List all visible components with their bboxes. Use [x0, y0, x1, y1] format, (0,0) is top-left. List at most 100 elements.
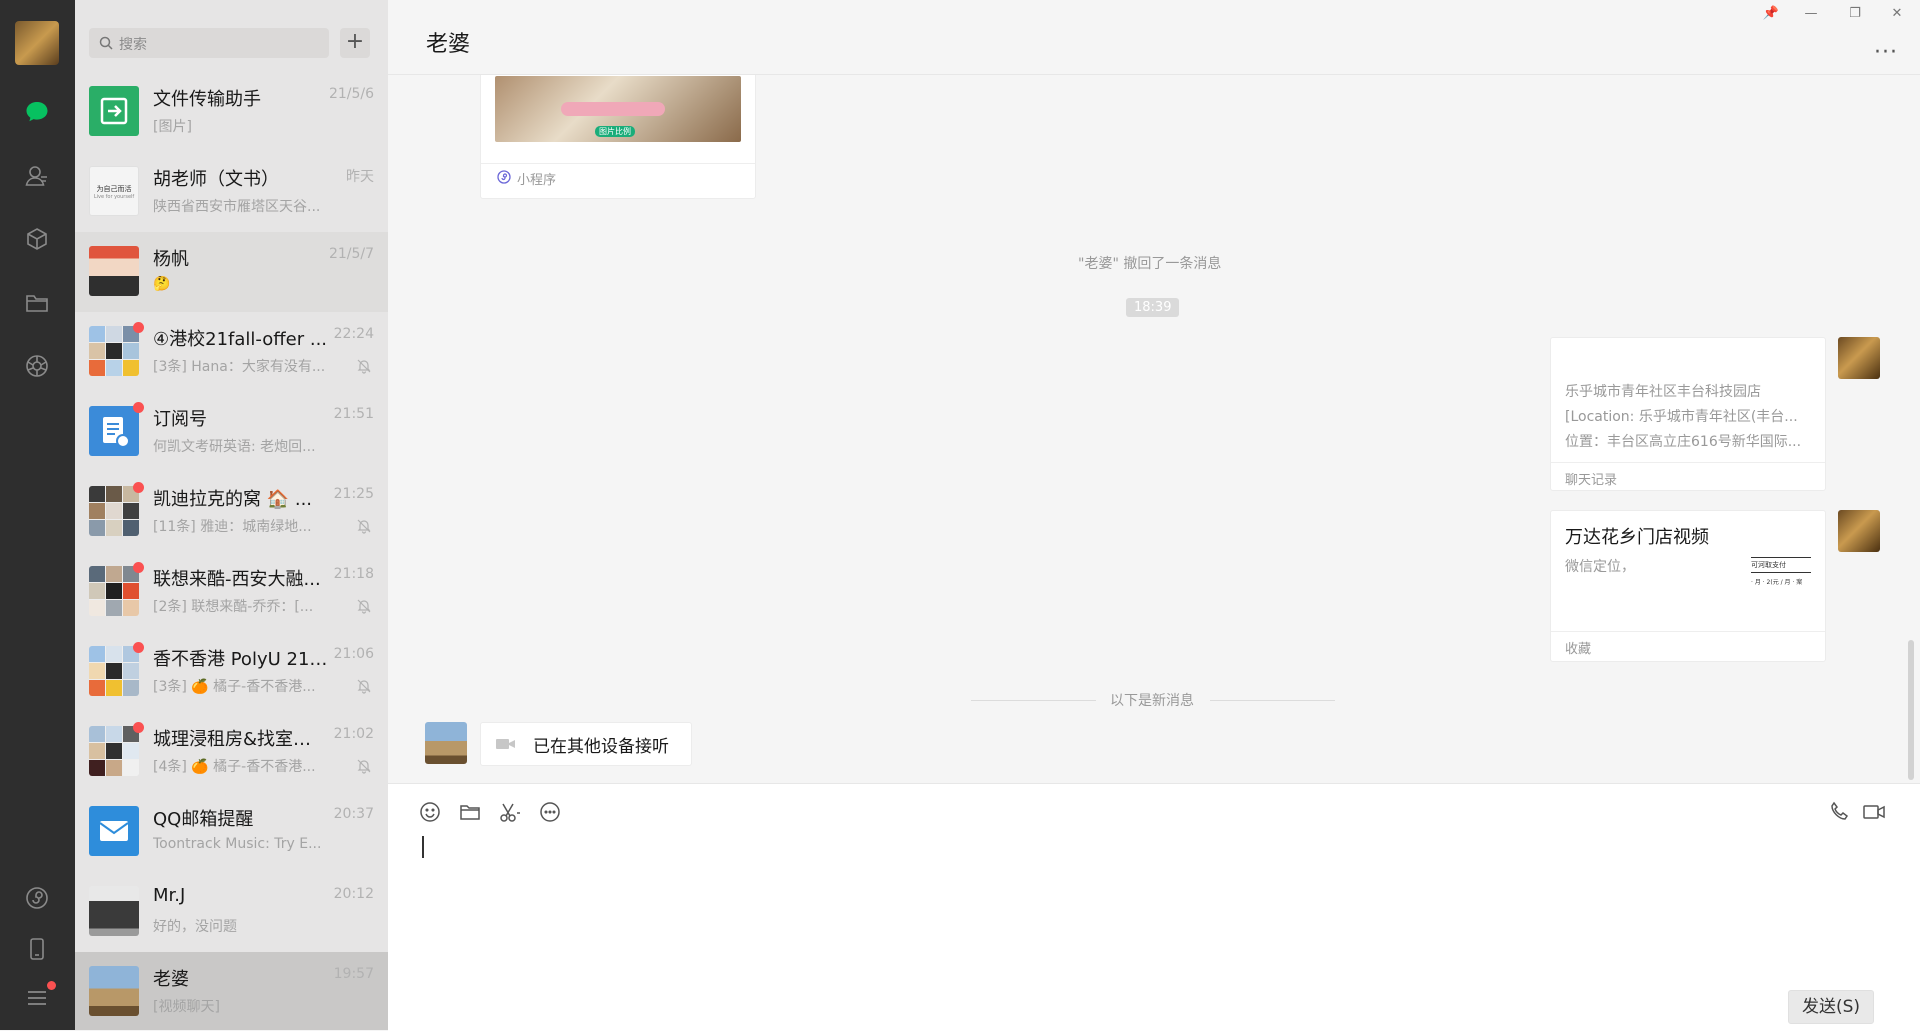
conv-preview: 🤔 — [153, 276, 171, 292]
mini-program-image: 图片比例 — [495, 76, 741, 142]
group-avatar — [89, 486, 139, 536]
screenshot-scissors-icon[interactable] — [498, 800, 524, 826]
video-call-text: 已在其他设备接听 — [533, 737, 669, 757]
emoji-icon[interactable] — [418, 800, 444, 826]
list-item[interactable]: 文件传输助手 21/5/6 [图片] — [75, 72, 388, 152]
chat-icon[interactable] — [21, 96, 53, 128]
group-avatar — [89, 566, 139, 616]
avatar: 为自己而活 Live for yourself — [89, 166, 139, 216]
toy-image — [561, 102, 665, 116]
maximize-button[interactable]: ❐ — [1846, 5, 1864, 23]
conv-name: 胡老师（文书） — [153, 169, 279, 190]
conv-name: 城理浸租房&找室友... — [153, 729, 328, 750]
list-item[interactable]: 订阅号 21:51 何凯文考研英语: 老炮回... — [75, 392, 388, 472]
folder-icon[interactable] — [458, 800, 484, 826]
conv-preview: 陕西省西安市雁塔区天谷... — [153, 199, 321, 215]
conv-name: 杨帆 — [153, 249, 189, 270]
conv-time: 21:02 — [333, 726, 374, 742]
favorite-title: 万达花乡门店视频 — [1565, 527, 1709, 548]
conv-name: QQ邮箱提醒 — [153, 809, 254, 830]
message-input[interactable] — [408, 828, 1898, 978]
mini-program-icon[interactable] — [21, 882, 53, 914]
moments-icon[interactable] — [21, 350, 53, 382]
voice-call-icon[interactable] — [1828, 800, 1854, 826]
conv-preview: Toontrack Music: Try E... — [153, 836, 322, 852]
my-avatar[interactable] — [1838, 337, 1880, 379]
mini-program-card[interactable]: 图片比例 小程序 — [480, 75, 756, 199]
chat-record-card[interactable]: 乐乎城市青年社区丰台科技园店 [Location: 乐乎城市青年社区(丰台...… — [1550, 337, 1826, 491]
list-item[interactable]: ④港校21fall-offer ... 22:24 [3条] Hana：大家有没… — [75, 312, 388, 392]
conv-time: 20:37 — [333, 806, 374, 822]
favorite-thumbnail: 可河取支付 · 月 · 2(元 / 月 · 案 — [1751, 555, 1811, 595]
conv-name: 老婆 — [153, 969, 189, 990]
favorites-icon[interactable] — [21, 223, 53, 255]
message-timestamp: 18:39 — [1126, 298, 1180, 317]
my-avatar[interactable] — [1838, 510, 1880, 552]
thumb-text: · 月 · 2(元 / 月 · 案 — [1751, 579, 1803, 586]
file-transfer-avatar — [89, 86, 139, 136]
conv-preview: [4条] 🍊 橘子-香不香港... — [153, 759, 316, 775]
mute-icon — [357, 519, 371, 534]
record-line: 乐乎城市青年社区丰台科技园店 — [1565, 384, 1761, 400]
mute-icon — [357, 679, 371, 694]
avatar — [89, 246, 139, 296]
list-item[interactable]: 香不香港 PolyU 21F... 21:06 [3条] 🍊 橘子-香不香港..… — [75, 632, 388, 712]
more-options-button[interactable]: ··· — [1874, 40, 1898, 65]
conv-name: 凯迪拉克的窝 🏠 ... — [153, 489, 313, 510]
send-button[interactable]: 发送(S) — [1788, 990, 1874, 1024]
pin-window-icon[interactable]: 📌 — [1762, 5, 1780, 23]
record-line: [Location: 乐乎城市青年社区(丰台... — [1565, 409, 1798, 425]
message-list: 图片比例 小程序 "老婆" 撤回了一条消息 18:39 乐乎城市青年社区丰台科技… — [388, 75, 1920, 783]
chat-panel: 老婆 📌 — ❐ ✕ ··· 图片比例 小程序 "老婆" 撤回了一条消息 18:… — [388, 0, 1920, 1031]
chat-record-footer: 聊天记录 — [1565, 473, 1618, 488]
list-item[interactable]: 为自己而活 Live for yourself 胡老师（文书） 昨天 陕西省西安… — [75, 152, 388, 232]
chat-record-body: 乐乎城市青年社区丰台科技园店 [Location: 乐乎城市青年社区(丰台...… — [1565, 380, 1815, 455]
avatar — [89, 886, 139, 936]
conv-name: Mr.J — [153, 885, 186, 906]
contacts-icon[interactable] — [21, 160, 53, 192]
conv-preview: [2条] 联想来酷-乔乔：[... — [153, 599, 314, 615]
unread-badge — [133, 402, 144, 413]
conv-time: 19:57 — [333, 966, 374, 982]
favorite-card[interactable]: 万达花乡门店视频 微信定位， 可河取支付 · 月 · 2(元 / 月 · 案 收… — [1550, 510, 1826, 662]
add-button[interactable]: + — [340, 28, 370, 58]
avatar-text: 为自己而活 — [96, 185, 132, 193]
video-call-icon[interactable] — [1862, 800, 1888, 826]
contact-avatar[interactable] — [425, 722, 467, 764]
conv-time: 22:24 — [333, 326, 374, 342]
conv-preview: [11条] 雅迪：城南绿地... — [153, 519, 312, 535]
files-icon[interactable] — [21, 287, 53, 319]
conv-name: ④港校21fall-offer ... — [153, 329, 328, 350]
group-avatar — [89, 646, 139, 696]
list-item[interactable]: 联想来酷-西安大融... 21:18 [2条] 联想来酷-乔乔：[... — [75, 552, 388, 632]
list-item[interactable]: QQ邮箱提醒 20:37 Toontrack Music: Try E... — [75, 792, 388, 872]
list-item[interactable]: 杨帆 21/5/7 🤔 — [75, 232, 388, 312]
close-button[interactable]: ✕ — [1888, 5, 1906, 23]
conv-time: 21/5/7 — [328, 246, 374, 262]
message-composer: 发送(S) — [388, 783, 1920, 1031]
minimize-button[interactable]: — — [1802, 5, 1820, 23]
recall-notice: "老婆" 撤回了一条消息 — [1078, 256, 1222, 272]
list-item[interactable]: 凯迪拉克的窝 🏠 ... 21:25 [11条] 雅迪：城南绿地... — [75, 472, 388, 552]
list-item[interactable]: 城理浸租房&找室友... 21:02 [4条] 🍊 橘子-香不香港... — [75, 712, 388, 792]
mute-icon — [357, 759, 371, 774]
unread-badge — [133, 642, 144, 653]
conv-time: 21:06 — [333, 646, 374, 662]
chat-history-icon[interactable] — [538, 800, 564, 826]
search-input[interactable]: 搜索 — [89, 28, 329, 58]
divider-line — [971, 700, 1096, 701]
group-avatar — [89, 726, 139, 776]
mail-avatar — [89, 806, 139, 856]
card-divider — [1551, 462, 1825, 463]
my-avatar[interactable] — [15, 21, 59, 65]
conv-time: 20:12 — [333, 886, 374, 902]
phone-icon[interactable] — [21, 933, 53, 965]
image-tag: 图片比例 — [595, 126, 635, 137]
conversation-list: 搜索 + 文件传输助手 21/5/6 [图片] 为自己而活 Live for y… — [75, 0, 388, 1030]
list-item[interactable]: Mr.J 20:12 好的，没问题 — [75, 872, 388, 952]
list-item[interactable]: 老婆 19:57 [视频聊天] — [75, 952, 388, 1030]
video-call-bubble[interactable]: 已在其他设备接听 — [480, 722, 692, 766]
conv-preview: 何凯文考研英语: 老炮回... — [153, 439, 316, 455]
unread-badge — [133, 322, 144, 333]
scrollbar[interactable] — [1908, 640, 1914, 780]
